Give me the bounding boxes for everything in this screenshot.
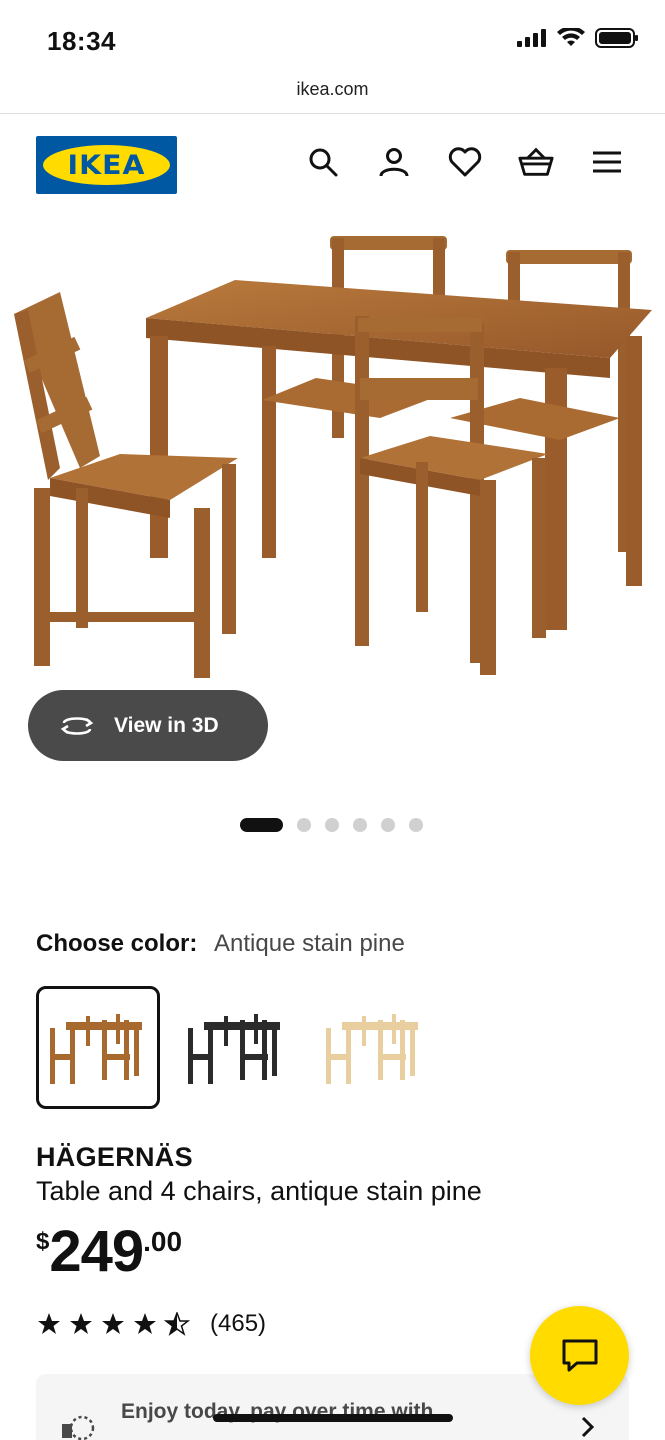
status-icons	[517, 28, 639, 48]
carousel-dot[interactable]	[325, 818, 339, 832]
wifi-icon	[557, 28, 585, 46]
image-carousel-dots	[240, 818, 423, 832]
site-header: IKEA	[0, 114, 665, 218]
swatch-black[interactable]	[174, 986, 298, 1109]
home-indicator[interactable]	[213, 1414, 453, 1422]
afterpay-icon	[62, 1415, 95, 1440]
status-time: 18:34	[47, 26, 116, 56]
account-icon[interactable]	[376, 144, 412, 180]
view-in-3d-label: View in 3D	[114, 713, 219, 737]
color-swatches	[36, 986, 436, 1109]
table-set-thumbnail	[188, 1013, 280, 1084]
price-currency: $	[36, 1228, 50, 1255]
swatch-pine[interactable]	[312, 986, 436, 1109]
carousel-dot[interactable]	[409, 818, 423, 832]
star-icon	[134, 1313, 156, 1334]
carousel-dot[interactable]	[381, 818, 395, 832]
ikea-logo[interactable]: IKEA	[36, 136, 177, 194]
table-set-thumbnail	[326, 1013, 418, 1084]
star-icon	[38, 1313, 60, 1334]
chat-icon	[562, 1339, 597, 1371]
battery-icon	[595, 28, 638, 48]
signal-icon	[517, 29, 546, 47]
chevron-right-icon	[581, 1416, 595, 1438]
color-chooser-row: Choose color: Antique stain pine	[36, 930, 405, 958]
url-bar[interactable]: ikea.com	[0, 70, 665, 114]
menu-icon[interactable]	[589, 144, 625, 180]
carousel-dot[interactable]	[353, 818, 367, 832]
product-rating[interactable]: (465)	[36, 1310, 266, 1338]
url-text: ikea.com	[296, 79, 369, 99]
heart-icon[interactable]	[447, 144, 483, 180]
view-in-3d-button[interactable]: View in 3D	[28, 690, 268, 761]
product-price: $ 249 .00	[36, 1222, 182, 1282]
star-icon	[70, 1313, 92, 1334]
table-set-thumbnail	[50, 1013, 142, 1084]
product-name: HÄGERNÄS	[36, 1142, 193, 1172]
rotate-3d-icon	[58, 714, 96, 738]
carousel-dot[interactable]	[240, 818, 283, 832]
chat-button[interactable]	[530, 1306, 629, 1405]
carousel-dot[interactable]	[297, 818, 311, 832]
swatch-antique-stain-pine[interactable]	[36, 986, 160, 1109]
search-icon[interactable]	[305, 144, 341, 180]
price-integer: 249	[49, 1219, 144, 1284]
basket-icon[interactable]	[518, 144, 554, 180]
color-value: Antique stain pine	[214, 930, 405, 957]
logo-text: IKEA	[67, 150, 146, 181]
header-nav	[305, 144, 625, 180]
product-description: Table and 4 chairs, antique stain pine	[36, 1176, 482, 1206]
status-bar: 18:34	[0, 0, 665, 70]
star-icon	[102, 1313, 124, 1334]
half-star-icon	[164, 1312, 190, 1336]
rating-count: (465)	[210, 1310, 267, 1337]
table-and-chairs-illustration	[14, 236, 652, 678]
price-decimal: .00	[143, 1226, 183, 1257]
color-label: Choose color:	[36, 930, 198, 957]
product-image[interactable]	[0, 218, 665, 708]
rating-stars	[36, 1312, 190, 1336]
